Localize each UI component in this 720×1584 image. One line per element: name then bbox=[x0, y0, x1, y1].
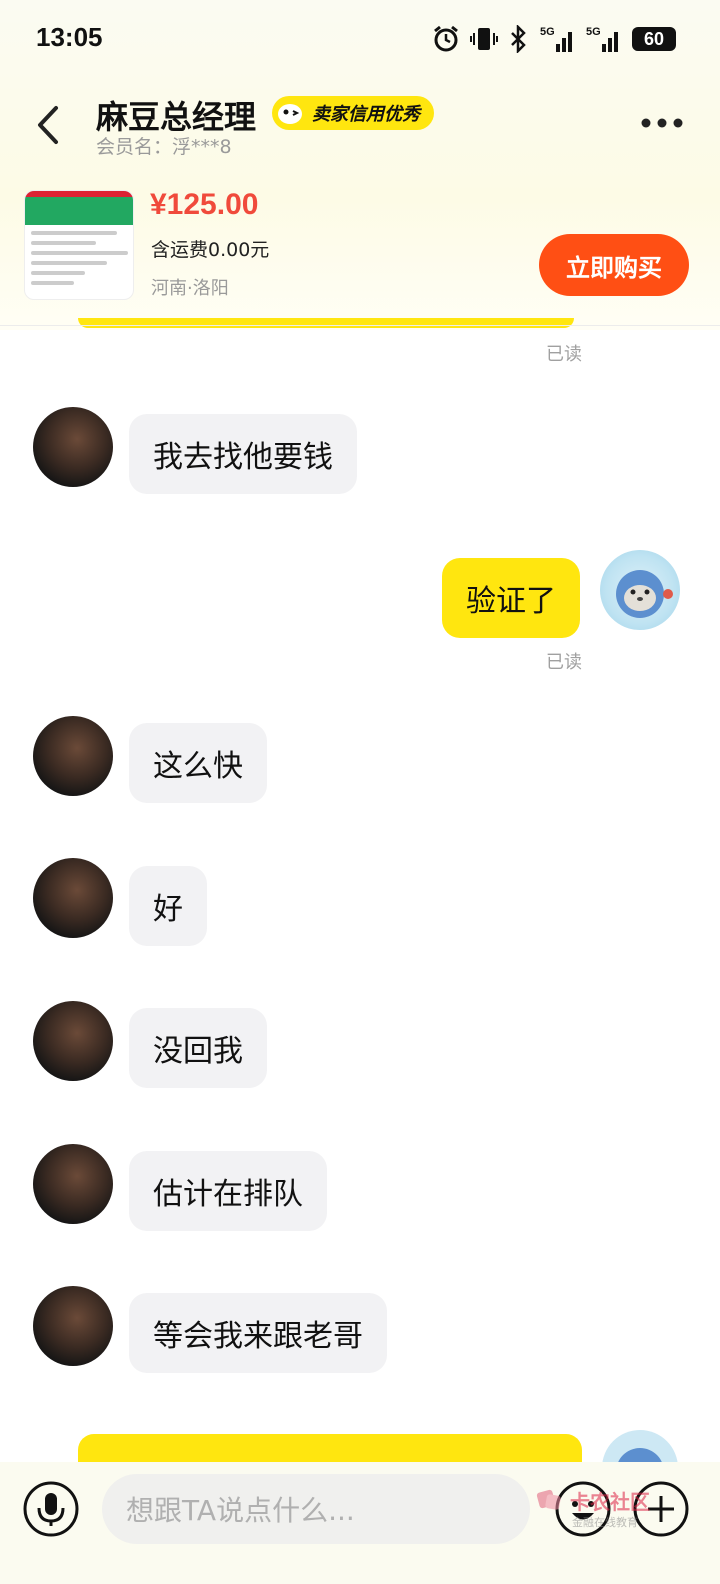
svg-text:5G: 5G bbox=[540, 26, 555, 38]
seller-location: 河南·洛阳 bbox=[151, 278, 229, 299]
avatar[interactable] bbox=[600, 550, 680, 630]
back-button[interactable] bbox=[28, 100, 72, 150]
more-button[interactable] bbox=[640, 110, 684, 136]
emoji-icon bbox=[555, 1481, 611, 1537]
avatar[interactable] bbox=[33, 858, 113, 938]
avatar[interactable] bbox=[33, 1286, 113, 1366]
message-bubble[interactable]: 验证了 bbox=[442, 558, 580, 638]
plus-icon bbox=[633, 1481, 689, 1537]
divider bbox=[0, 325, 720, 326]
message-bubble[interactable]: 等会我来跟老哥 bbox=[129, 1293, 387, 1373]
mascot-icon bbox=[278, 104, 302, 124]
microphone-icon bbox=[23, 1481, 79, 1537]
emoji-button[interactable] bbox=[554, 1480, 612, 1538]
read-status: 已读 bbox=[546, 344, 582, 365]
avatar[interactable] bbox=[33, 1001, 113, 1081]
voice-button[interactable] bbox=[22, 1480, 80, 1538]
product-price: ¥125.00 bbox=[150, 188, 259, 221]
avatar[interactable] bbox=[33, 716, 113, 796]
chevron-left-icon bbox=[38, 106, 58, 144]
thumb-detail bbox=[31, 261, 107, 265]
avatar[interactable] bbox=[33, 1144, 113, 1224]
more-actions-button[interactable] bbox=[632, 1480, 690, 1538]
message-bubble[interactable]: 没回我 bbox=[129, 1008, 267, 1088]
thumb-detail bbox=[31, 241, 96, 245]
message-bubble[interactable]: 这么快 bbox=[129, 723, 267, 803]
avatar[interactable] bbox=[33, 407, 113, 487]
product-thumbnail[interactable] bbox=[24, 190, 134, 300]
thumb-detail bbox=[31, 251, 129, 255]
status-bar: 13:05 5G 5G 60 bbox=[0, 0, 720, 80]
status-time: 13:05 bbox=[36, 22, 103, 52]
product-card[interactable]: ¥125.00 含运费0.00元 河南·洛阳 立即购买 bbox=[0, 180, 720, 326]
member-name: 会员名：浮***8 bbox=[96, 136, 232, 158]
signal-icon: 5G bbox=[586, 24, 622, 54]
badge-text: 卖家信用优秀 bbox=[312, 104, 420, 125]
message-bubble[interactable]: 好 bbox=[129, 866, 207, 946]
thumb-detail bbox=[25, 197, 133, 225]
input-bar: 想跟TA说点什么... 卡农社区 金融在线教育 bbox=[0, 1462, 720, 1584]
seller-credit-badge[interactable]: 卖家信用优秀 bbox=[272, 96, 434, 130]
message-bubble[interactable]: 我去找他要钱 bbox=[129, 414, 357, 494]
battery-icon: 60 bbox=[632, 27, 676, 51]
bluetooth-icon bbox=[508, 24, 530, 54]
shipping-fee: 含运费0.00元 bbox=[151, 239, 270, 261]
thumb-detail bbox=[31, 271, 85, 275]
svg-text:5G: 5G bbox=[586, 26, 601, 38]
buy-now-button[interactable]: 立即购买 bbox=[539, 234, 689, 296]
status-icons: 5G 5G 60 bbox=[432, 22, 676, 56]
vibrate-icon bbox=[470, 24, 498, 54]
more-dots-icon bbox=[641, 118, 683, 128]
message-bubble-partial bbox=[78, 318, 574, 328]
signal-icon: 5G bbox=[540, 24, 576, 54]
thumb-detail bbox=[31, 231, 118, 235]
message-bubble[interactable]: 估计在排队 bbox=[129, 1151, 327, 1231]
thumb-detail bbox=[31, 281, 75, 285]
chat-header: 麻豆总经理 卖家信用优秀 会员名：浮***8 bbox=[0, 80, 720, 170]
message-input[interactable]: 想跟TA说点什么... bbox=[102, 1474, 530, 1544]
seal-avatar-icon bbox=[616, 570, 673, 618]
read-status: 已读 bbox=[546, 652, 582, 673]
alarm-icon bbox=[432, 24, 460, 54]
